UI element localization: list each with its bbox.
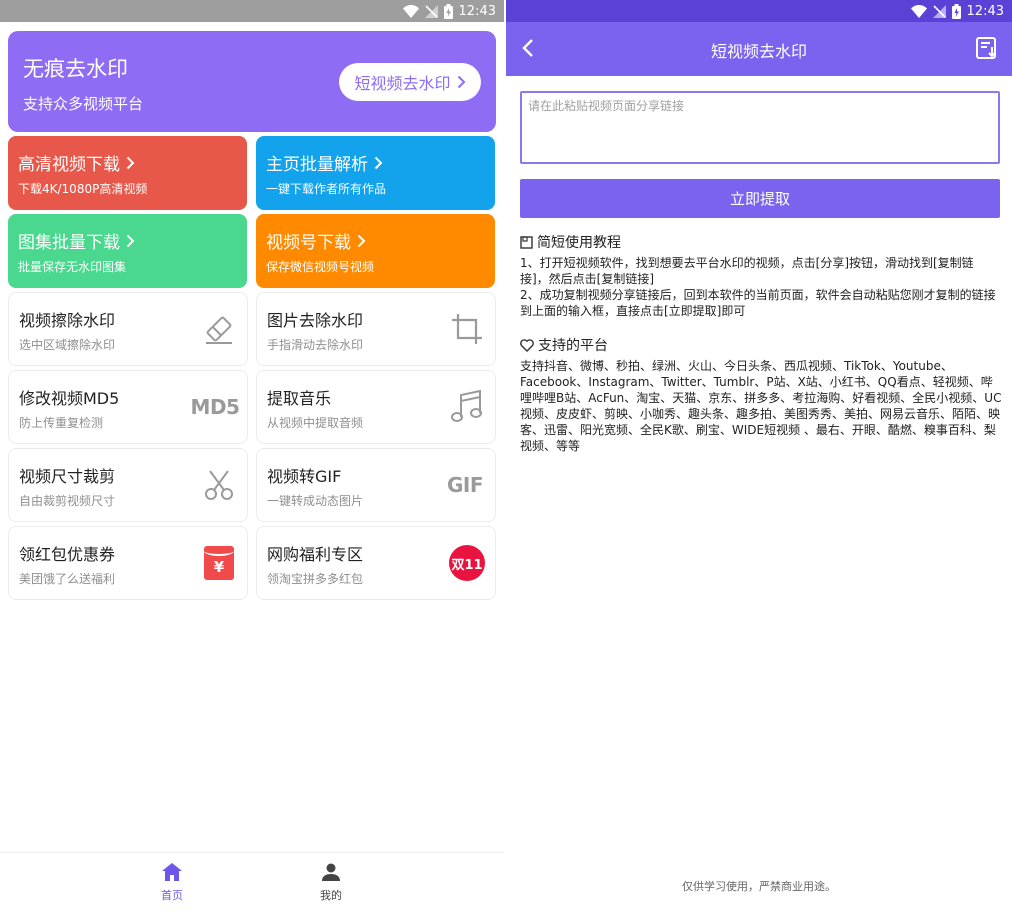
image-remove-watermark-tool[interactable]: 图片去除水印 手指滑动去除水印 — [256, 292, 496, 366]
extract-music-tool[interactable]: 提取音乐 从视频中提取音频 — [256, 370, 496, 444]
red-envelope-icon: ¥ — [201, 545, 237, 581]
tool-subtitle: 一键转成动态图片 — [267, 494, 364, 508]
card-subtitle: 一键下载作者所有作品 — [266, 182, 387, 196]
tool-subtitle: 自由裁剪视频尺寸 — [19, 494, 116, 508]
card-subtitle: 下载4K/1080P高清视频 — [18, 182, 148, 196]
home-screen: 12:43 无痕去水印 支持众多视频平台 短视频去水印 高清视频下载 下载4K/… — [0, 0, 504, 912]
nav-home[interactable]: 首页 — [142, 863, 202, 903]
hero-banner[interactable]: 无痕去水印 支持众多视频平台 短视频去水印 — [8, 31, 496, 132]
share-link-input[interactable] — [522, 93, 998, 162]
chevron-right-icon — [357, 234, 366, 247]
gif-icon: GIF — [446, 473, 484, 497]
tutorial-text: 1、打开短视频软件，找到想要去平台水印的视频，点击[分享]按钮，滑动找到[复制链… — [520, 255, 1002, 319]
nav-home-label: 首页 — [161, 889, 183, 902]
hero-title: 无痕去水印 — [23, 57, 128, 81]
platforms-heading: 支持的平台 — [520, 335, 608, 355]
tool-subtitle: 领淘宝拼多多红包 — [267, 572, 364, 586]
tutorial-title: 简短使用教程 — [537, 235, 621, 251]
tool-title: 提取音乐 — [267, 389, 332, 408]
short-video-watermark-button[interactable]: 短视频去水印 — [339, 63, 481, 101]
page-title: 短视频去水印 — [710, 42, 807, 61]
tool-title: 图片去除水印 — [267, 311, 364, 330]
person-icon — [322, 863, 340, 881]
tool-title: 网购福利专区 — [267, 545, 364, 564]
extract-screen: 12:43 短视频去水印 立即提取 简短使用教程 1、打开短视频软件，找到想要去… — [506, 0, 1012, 912]
hd-video-download-card[interactable]: 高清视频下载 下载4K/1080P高清视频 — [8, 136, 247, 210]
modify-video-md5-tool[interactable]: 修改视频MD5 防上传重复检测 MD5 — [8, 370, 248, 444]
platforms-text: 支持抖音、微博、秒拍、绿洲、火山、今日头条、西瓜视频、TikTok、Youtub… — [520, 359, 1002, 453]
tool-subtitle: 防上传重复检测 — [19, 416, 104, 430]
home-icon — [162, 863, 182, 881]
card-title: 图集批量下载 — [18, 233, 120, 253]
hero-subtitle: 支持众多视频平台 — [23, 95, 144, 113]
app-bar: 短视频去水印 — [506, 22, 1012, 76]
status-bar: 12:43 — [0, 0, 504, 22]
md5-icon: MD5 — [190, 395, 240, 419]
share-link-input-box[interactable] — [520, 91, 1000, 164]
tutorial-step-1: 1、打开短视频软件，找到想要去平台水印的视频，点击[分享]按钮，滑动找到[复制链… — [520, 256, 974, 286]
chevron-right-icon — [126, 234, 135, 247]
online-shopping-welfare-tool[interactable]: 网购福利专区 领淘宝拼多多红包 双11 — [256, 526, 496, 600]
chevron-right-icon — [457, 75, 465, 89]
bottom-navigation: 首页 我的 — [0, 852, 504, 912]
wifi-icon — [402, 4, 419, 18]
tool-subtitle: 从视频中提取音频 — [267, 416, 364, 430]
wifi-icon — [910, 4, 927, 18]
chevron-right-icon — [374, 156, 383, 169]
tool-subtitle: 选中区域擦除水印 — [19, 338, 116, 352]
tool-title: 视频擦除水印 — [19, 311, 116, 330]
tutorial-step-2: 2、成功复制视频分享链接后，回到本软件的当前页面，软件会自动粘贴您刚才复制的链接… — [520, 288, 996, 318]
card-subtitle: 保存微信视频号视频 — [266, 260, 375, 274]
tool-subtitle: 美团饿了么送福利 — [19, 572, 116, 586]
video-size-crop-tool[interactable]: 视频尺寸裁剪 自由裁剪视频尺寸 — [8, 448, 248, 522]
no-signal-icon — [424, 4, 438, 18]
card-title: 视频号下载 — [266, 233, 351, 253]
card-subtitle: 批量保存无水印图集 — [18, 260, 127, 274]
footer-disclaimer: 仅供学习使用，严禁商业用途。 — [682, 880, 836, 893]
scissors-icon — [201, 467, 237, 503]
red-packet-coupon-tool[interactable]: 领红包优惠券 美团饿了么送福利 ¥ — [8, 526, 248, 600]
video-erase-watermark-tool[interactable]: 视频擦除水印 选中区域擦除水印 — [8, 292, 248, 366]
status-bar: 12:43 — [506, 0, 1012, 22]
double-eleven-icon: 双11 — [449, 545, 485, 581]
status-time: 12:43 — [966, 3, 1004, 19]
tool-title: 修改视频MD5 — [19, 389, 120, 408]
channels-download-card[interactable]: 视频号下载 保存微信视频号视频 — [256, 214, 495, 288]
tutorial-heading: 简短使用教程 — [520, 232, 621, 252]
chevron-right-icon — [126, 156, 135, 169]
music-note-icon — [449, 389, 485, 425]
document-icon — [520, 235, 533, 249]
nav-me[interactable]: 我的 — [301, 863, 361, 903]
no-signal-icon — [932, 4, 946, 18]
homepage-batch-parse-card[interactable]: 主页批量解析 一键下载作者所有作品 — [256, 136, 495, 210]
tool-subtitle: 手指滑动去除水印 — [267, 338, 364, 352]
video-to-gif-tool[interactable]: 视频转GIF 一键转成动态图片 GIF — [256, 448, 496, 522]
heart-icon — [520, 338, 534, 352]
card-title: 主页批量解析 — [266, 155, 368, 175]
hero-button-label: 短视频去水印 — [354, 74, 451, 93]
crop-icon — [449, 311, 485, 347]
screenshot-root: 12:43 无痕去水印 支持众多视频平台 短视频去水印 高清视频下载 下载4K/… — [0, 0, 1012, 912]
status-time: 12:43 — [458, 3, 496, 19]
card-title: 高清视频下载 — [18, 155, 120, 175]
tool-title: 视频尺寸裁剪 — [19, 467, 116, 486]
extract-now-button[interactable]: 立即提取 — [520, 179, 1000, 218]
battery-icon — [951, 3, 961, 19]
battery-icon — [443, 3, 453, 19]
download-list-icon[interactable] — [976, 37, 998, 59]
tool-title: 视频转GIF — [267, 467, 342, 486]
platforms-title: 支持的平台 — [538, 338, 608, 354]
gallery-batch-download-card[interactable]: 图集批量下载 批量保存无水印图集 — [8, 214, 247, 288]
nav-me-label: 我的 — [320, 889, 342, 902]
eraser-icon — [201, 311, 237, 347]
tool-title: 领红包优惠券 — [19, 545, 116, 564]
